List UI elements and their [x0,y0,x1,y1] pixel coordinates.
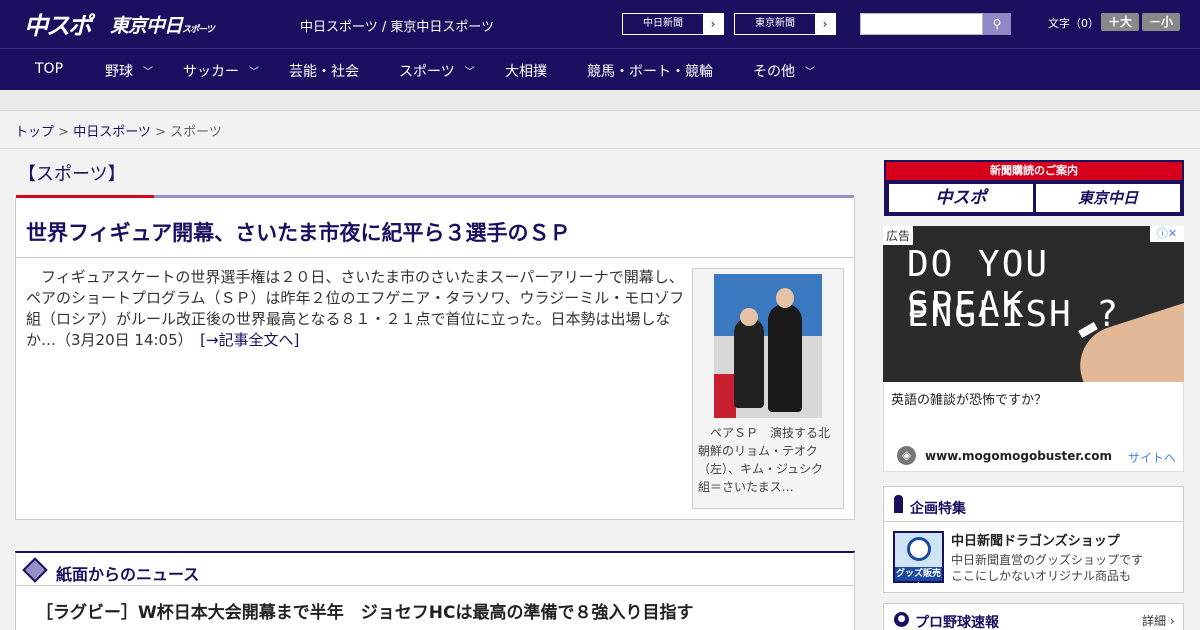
feature-heading-divider [884,521,1183,522]
tokyo-shimbun-button[interactable]: 東京新聞 › [734,13,836,35]
subscribe-tokyo-button[interactable]: 東京中日 [1036,184,1180,212]
ad-headline[interactable]: 英語の雑談が恐怖ですか？ [891,389,1047,408]
nav-item-soccer[interactable]: サッカー ﹀ [183,61,259,81]
breadcrumb-separator: > [54,125,74,140]
breadcrumb-separator: > [150,125,171,140]
article-title[interactable]: 世界フィギュア開幕、さいたま市夜に紀平ら３選手のＳＰ [26,217,571,247]
ad-url[interactable]: www.mogomogobuster.com [925,449,1112,463]
nav-item-top[interactable]: TOP [35,61,63,77]
nav-item-racing[interactable]: 競馬・ボート・競輪 [587,61,713,81]
search-icon: ⚲ [992,17,1002,31]
logo-tokyo-text: 東京中日 [110,15,183,37]
breadcrumb-top-link[interactable]: トップ [15,125,54,140]
search-input[interactable] [860,13,983,35]
section-heading: 【スポーツ】 [18,164,126,185]
nav-item-entertainment[interactable]: 芸能・社会 [289,61,359,81]
subscription-title: 新聞購読のご案内 [886,162,1182,180]
subscribe-chuspo-button[interactable]: 中スポ [889,184,1033,212]
ad-close-icon[interactable]: ⓘ✕ [1150,226,1184,242]
globe-icon: ◈ [897,446,916,465]
logo-chuspo[interactable]: 中スポ [24,6,92,41]
subscription-banner[interactable]: 新聞購読のご案内 中スポ 東京中日 [884,160,1184,216]
chevron-right-icon: › [815,14,835,34]
news-list-item[interactable]: ［ラグビー］W杯日本大会開幕まで半年 ジョセフHCは最高の準備で８強入り目指す [36,598,693,623]
photo-skater-left [734,318,764,408]
breadcrumb-divider [0,148,1200,149]
baseball-detail-link[interactable]: 詳細 › [1142,612,1175,629]
ad-site-link[interactable]: サイトへ [1128,449,1176,466]
font-size-up-button[interactable]: ＋大 [1101,13,1139,31]
feature-panel-heading: 企画特集 [910,501,966,517]
shop-badge-text: グッズ販売中 [895,567,942,593]
logo-tokyo-chunichi[interactable]: 東京中日スポーツ [110,11,215,38]
read-more-link[interactable]: [→記事全文へ] [200,331,299,349]
main-nav: TOP 野球 ﹀ サッカー ﹀ 芸能・社会 スポーツ ﹀ 大相撲 競馬・ボート・競輪 … [0,48,1200,90]
font-size-label: 文字（0） [1048,17,1099,30]
photo-head-right [776,288,794,308]
font-size-down-button[interactable]: －小 [1142,13,1180,31]
ad-image[interactable]: DO YOU SPEAK ENGLISH ? [883,226,1184,382]
chevron-down-icon: ﹀ [464,67,475,78]
ribbon-icon [894,495,903,513]
nav-item-label: スポーツ [399,64,455,80]
nav-item-sumo[interactable]: 大相撲 [505,61,547,81]
article-body-text: フィギュアスケートの世界選手権は２０日、さいたま市のさいたまスーパーアリーナで開… [26,268,685,349]
baseball-scores-heading: プロ野球速報 [915,615,999,630]
photo-caption: ペアＳＰ 演技する北朝鮮のリョム・テオク（左）、キム・ジュシク組＝さいたまス… [698,426,831,494]
breadcrumb-chunichi-link[interactable]: 中日スポーツ [73,125,151,140]
chevron-down-icon: ﹀ [143,67,153,78]
nav-item-sports[interactable]: スポーツ ﹀ [399,61,475,81]
feature-description-line1: 中日新聞直営のグッズショップです [951,553,1144,567]
article-photo[interactable] [714,274,822,418]
nav-item-label: TOP [35,61,64,77]
breadcrumb-current: スポーツ [170,125,222,140]
search-button[interactable]: ⚲ [983,13,1011,35]
baseball-icon: ● [894,612,909,627]
photo-skater-right [768,304,802,412]
nav-item-label: サッカー [183,64,239,80]
photo-board [714,374,736,418]
feature-title[interactable]: 中日新聞ドラゴンズショップ [951,530,1120,549]
nav-spacer-strip [0,90,1200,111]
chevron-down-icon: ﹀ [249,67,259,78]
photo-head-left [740,308,758,326]
chunichi-shimbun-button[interactable]: 中日新聞 › [622,13,724,35]
nav-item-label: その他 [753,64,795,80]
logo-tokyo-sub: スポーツ [182,25,215,35]
mascot-face [907,537,931,561]
dragons-shop-thumbnail[interactable]: グッズ販売中 [893,531,944,593]
nav-item-label: 競馬・ボート・競輪 [587,64,713,80]
nav-item-other[interactable]: その他 ﹀ [753,61,815,81]
article-summary: フィギュアスケートの世界選手権は２０日、さいたま市のさいたまスーパーアリーナで開… [26,267,686,351]
feature-description-line2: ここにしかないオリジナル商品も [951,569,1132,583]
breadcrumb: トップ > 中日スポーツ > スポーツ [15,121,222,140]
chunichi-shimbun-label: 中日新聞 [643,18,683,29]
nav-item-label: 野球 [105,64,133,80]
nav-item-label: 大相撲 [505,64,547,80]
article-title-divider [16,257,854,258]
nav-item-baseball[interactable]: 野球 ﹀ [105,61,153,81]
news-heading-divider [16,585,854,586]
news-panel-heading: 紙面からのニュース [56,565,200,584]
chevron-down-icon: ﹀ [805,67,815,78]
nav-item-label: 芸能・社会 [289,64,359,80]
chevron-right-icon: › [703,14,723,34]
tokyo-shimbun-label: 東京新聞 [755,18,795,29]
site-title: 中日スポーツ / 東京中日スポーツ [300,20,495,35]
ad-label: 広告 [883,226,914,245]
